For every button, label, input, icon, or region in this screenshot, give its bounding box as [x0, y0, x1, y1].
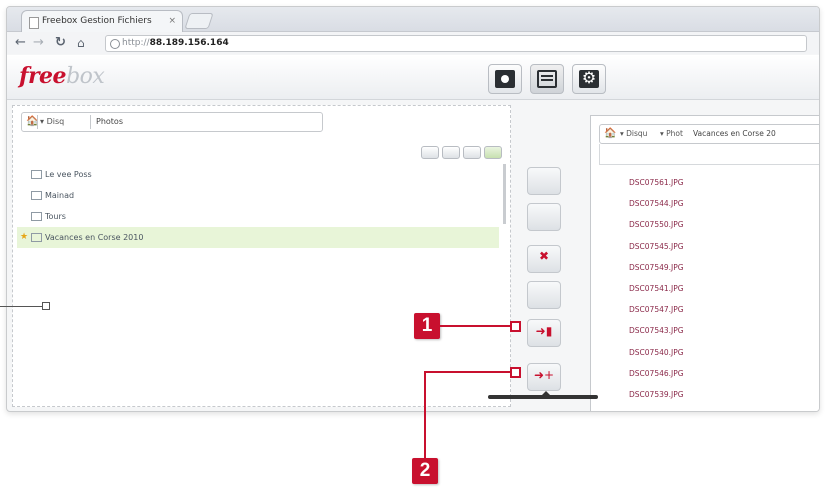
callout-2-line-vertical	[424, 372, 426, 458]
left-toolbar	[421, 146, 502, 159]
file-row[interactable]: DSC07549.JPG	[629, 257, 684, 278]
file-list: DSC07561.JPG DSC07544.JPG DSC07550.JPG D…	[629, 172, 684, 405]
file-row[interactable]: DSC07540.JPG	[629, 342, 684, 363]
callout-1-marker	[510, 321, 521, 332]
scroll-indicator-icon	[542, 391, 550, 395]
file-row[interactable]: DSC07547.JPG	[629, 299, 684, 320]
folder-icon	[31, 233, 42, 242]
toolbar-new-folder-button[interactable]	[463, 146, 481, 159]
copy-arrow-icon: ➜+	[533, 368, 555, 382]
breadcrumb-disk[interactable]: ▾ Disq	[40, 113, 64, 131]
page-icon	[29, 17, 39, 29]
app-header: freebox	[7, 55, 819, 100]
folder-row[interactable]: Le vee Poss	[17, 164, 499, 185]
action-button-1[interactable]	[527, 167, 561, 195]
left-file-panel: 🏠 ▾ Disq Photos Le vee Poss Mainad Tours…	[12, 105, 511, 407]
scrollbar[interactable]	[503, 164, 506, 224]
home-icon[interactable]: 🏠	[604, 125, 616, 143]
folder-icon	[31, 212, 42, 221]
home-icon[interactable]: ⌂	[77, 35, 85, 51]
url-field[interactable]: http://88.189.156.164	[105, 35, 807, 52]
url-host: 88.189.156.164	[149, 38, 229, 48]
delete-button[interactable]: ✖	[527, 245, 561, 273]
settings-button[interactable]	[572, 64, 606, 94]
browser-tab[interactable]: Freebox Gestion Fichiers ×	[21, 10, 183, 32]
back-arrow-icon[interactable]: ←	[15, 35, 26, 51]
logo-main: free	[19, 63, 67, 89]
file-row[interactable]: DSC07543.JPG	[629, 320, 684, 341]
disk-icon	[495, 70, 515, 88]
folder-label: Le vee Poss	[45, 170, 92, 179]
breadcrumb-current[interactable]: Vacances en Corse 20	[693, 125, 776, 143]
callout-1-line	[440, 325, 512, 327]
address-bar: ← → ↻ ⌂ http://88.189.156.164	[7, 32, 819, 54]
tab-title: Freebox Gestion Fichiers	[42, 16, 152, 26]
reload-icon[interactable]: ↻	[55, 35, 66, 51]
folder-label: Vacances en Corse 2010	[45, 233, 144, 242]
toolbar-up-button[interactable]	[421, 146, 439, 159]
folder-list: Le vee Poss Mainad Tours ★ Vacances en Co…	[17, 164, 499, 248]
pointer-marker	[42, 302, 50, 310]
toolbar-refresh-button[interactable]	[442, 146, 460, 159]
folder-row[interactable]: Mainad	[17, 185, 499, 206]
star-icon: ★	[20, 232, 29, 242]
file-row[interactable]: DSC07544.JPG	[629, 193, 684, 214]
toolbar-upload-button[interactable]	[484, 146, 502, 159]
file-row[interactable]: DSC07550.JPG	[629, 214, 684, 235]
freebox-logo: freebox	[19, 63, 105, 89]
copy-button[interactable]: ➜+	[527, 363, 561, 391]
forward-arrow-icon[interactable]: →	[33, 35, 44, 51]
callout-2-line-horizontal	[424, 371, 512, 373]
pointer-line	[0, 306, 42, 307]
file-manager-button[interactable]	[530, 64, 564, 94]
move-arrow-icon: ➜▮	[535, 324, 553, 338]
folder-icon	[31, 170, 42, 179]
logo-sub: box	[66, 64, 105, 89]
browser-window: Freebox Gestion Fichiers × ← → ↻ ⌂ http:…	[6, 6, 820, 412]
horizontal-scrollbar[interactable]	[488, 395, 598, 399]
file-row[interactable]: DSC07539.JPG	[629, 384, 684, 405]
gear-icon	[579, 68, 599, 88]
action-button-2[interactable]	[527, 203, 561, 231]
callout-2-marker	[510, 367, 521, 378]
delete-icon: ✖	[538, 249, 550, 263]
file-row[interactable]: DSC07545.JPG	[629, 236, 684, 257]
callout-2: 2	[412, 458, 438, 484]
file-row[interactable]: DSC07546.JPG	[629, 363, 684, 384]
tab-close-icon[interactable]: ×	[168, 11, 176, 32]
breadcrumb: 🏠 ▾ Disq Photos	[21, 112, 323, 132]
folder-row[interactable]: Tours	[17, 206, 499, 227]
new-tab-button[interactable]	[184, 13, 214, 29]
right-toolbar	[599, 144, 819, 165]
disk-button[interactable]	[488, 64, 522, 94]
folder-icon	[31, 191, 42, 200]
folder-label: Tours	[45, 212, 66, 221]
callout-1: 1	[414, 313, 440, 339]
right-file-panel: 🏠 ▾ Disqu ▾ Phot Vacances en Corse 20 DS…	[590, 115, 819, 411]
file-row[interactable]: DSC07561.JPG	[629, 172, 684, 193]
breadcrumb-disk[interactable]: ▾ Disqu	[620, 125, 647, 143]
folder-row-selected[interactable]: ★ Vacances en Corse 2010	[17, 227, 499, 248]
globe-icon	[110, 39, 120, 49]
breadcrumb-current[interactable]: Photos	[96, 113, 123, 131]
breadcrumb: 🏠 ▾ Disqu ▾ Phot Vacances en Corse 20	[599, 124, 819, 144]
folder-label: Mainad	[45, 191, 75, 200]
file-list-icon	[537, 70, 557, 88]
tab-strip: Freebox Gestion Fichiers ×	[7, 7, 819, 32]
file-row[interactable]: DSC07541.JPG	[629, 278, 684, 299]
breadcrumb-photos[interactable]: ▾ Phot	[660, 125, 683, 143]
move-button[interactable]: ➜▮	[527, 319, 561, 347]
action-button-4[interactable]	[527, 281, 561, 309]
